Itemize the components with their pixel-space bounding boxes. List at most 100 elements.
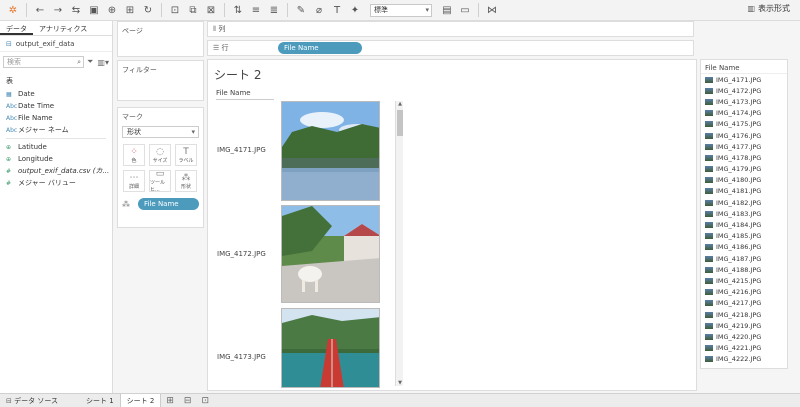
field-item[interactable]: ▦ Date bbox=[0, 88, 112, 100]
filter-icon[interactable]: ⏷ bbox=[87, 57, 93, 67]
new-worksheet-tab-icon[interactable]: ⊞ bbox=[166, 396, 174, 406]
back-arrow-icon[interactable]: ← bbox=[33, 3, 47, 17]
legend-item[interactable]: IMG_4179.JPG bbox=[701, 164, 787, 175]
data-source-tab[interactable]: ⊟ データ ソース bbox=[0, 394, 64, 407]
clear-sheet-icon[interactable]: ⊠ bbox=[204, 3, 218, 17]
refresh-icon[interactable]: ↻ bbox=[141, 3, 155, 17]
pages-card[interactable]: ページ bbox=[117, 21, 204, 57]
legend-item[interactable]: IMG_4184.JPG bbox=[701, 219, 787, 230]
group-icon[interactable]: ⌀ bbox=[312, 3, 326, 17]
photo-park-dog[interactable] bbox=[281, 205, 380, 303]
legend-item[interactable]: IMG_4177.JPG bbox=[701, 141, 787, 152]
legend-item[interactable]: IMG_4217.JPG bbox=[701, 298, 787, 309]
share-icon[interactable]: ⋈ bbox=[485, 3, 499, 17]
mark-button[interactable]: ⋯ 詳細 bbox=[123, 170, 145, 192]
legend-item[interactable]: IMG_4183.JPG bbox=[701, 208, 787, 219]
field-item[interactable]: ⊕ Longitude bbox=[0, 153, 112, 165]
sheet1-tab[interactable]: シート 1 bbox=[80, 394, 120, 407]
legend-item[interactable]: IMG_4216.JPG bbox=[701, 287, 787, 298]
fit-select[interactable]: 標準 bbox=[370, 3, 432, 17]
legend-item[interactable]: IMG_4187.JPG bbox=[701, 253, 787, 264]
pin-icon[interactable]: ✦ bbox=[348, 3, 362, 17]
legend-item[interactable]: IMG_4221.JPG bbox=[701, 343, 787, 354]
presentation-icon[interactable]: ▭ bbox=[458, 3, 472, 17]
new-datasource-icon[interactable]: ⊕ bbox=[105, 3, 119, 17]
row-label[interactable]: IMG_4173.JPG bbox=[217, 353, 266, 361]
datasource-item[interactable]: ⊟ output_exif_data bbox=[0, 36, 112, 52]
mark-button[interactable]: ⁘ 色 bbox=[123, 144, 145, 166]
scrollbar-thumb[interactable] bbox=[397, 110, 403, 136]
undo-menu-icon[interactable]: ⇆ bbox=[69, 3, 83, 17]
field-item[interactable]: ⊕ Latitude bbox=[0, 141, 112, 153]
sort-ascending-icon[interactable]: ≡ bbox=[249, 3, 263, 17]
search-input[interactable]: 検索 ⌕ bbox=[3, 56, 85, 68]
mark-button[interactable]: T ラベル bbox=[175, 144, 197, 166]
vertical-scrollbar[interactable]: ▲ ▼ bbox=[395, 101, 403, 386]
show-cards-icon[interactable]: ▤ bbox=[440, 3, 454, 17]
tab-data[interactable]: データ bbox=[0, 21, 33, 35]
field-item[interactable]: Abc Date Time bbox=[0, 100, 112, 112]
field-type-icon: ▦ bbox=[6, 90, 12, 98]
marks-file-name-pill[interactable]: File Name bbox=[138, 198, 199, 210]
rows-file-name-pill[interactable]: File Name bbox=[278, 42, 362, 54]
mark-button[interactable]: ◌ サイズ bbox=[149, 144, 171, 166]
mark-button[interactable]: ⁂ 形状 bbox=[175, 170, 197, 192]
file-name-column-header[interactable]: File Name bbox=[216, 89, 274, 100]
legend-item[interactable]: IMG_4175.JPG bbox=[701, 119, 787, 130]
forward-arrow-icon[interactable]: → bbox=[51, 3, 65, 17]
search-placeholder: 検索 bbox=[7, 58, 21, 66]
tableau-logo-icon[interactable]: ✲ bbox=[6, 3, 20, 17]
rows-icon: ☰ bbox=[213, 44, 220, 52]
rows-label-text: 行 bbox=[221, 44, 229, 52]
mark-type-dropdown[interactable]: 形状 bbox=[122, 126, 199, 138]
sort-descending-icon[interactable]: ≣ bbox=[267, 3, 281, 17]
sheet-tabs-bar: ⊟ データ ソース シート 1 シート 2 ⊞ ⊟ ⊡ bbox=[0, 393, 800, 407]
legend-item[interactable]: IMG_4171.JPG bbox=[701, 74, 787, 85]
field-item[interactable]: Abc File Name bbox=[0, 112, 112, 124]
legend-item[interactable]: IMG_4215.JPG bbox=[701, 275, 787, 286]
legend-item[interactable]: IMG_4218.JPG bbox=[701, 309, 787, 320]
scroll-up-icon[interactable]: ▲ bbox=[396, 101, 404, 107]
view-options-icon[interactable]: ▥▾ bbox=[97, 58, 109, 67]
legend-item[interactable]: IMG_4178.JPG bbox=[701, 152, 787, 163]
legend-item[interactable]: IMG_4174.JPG bbox=[701, 108, 787, 119]
legend-item[interactable]: IMG_4222.JPG bbox=[701, 354, 787, 365]
legend-item[interactable]: IMG_4176.JPG bbox=[701, 130, 787, 141]
duplicate-icon[interactable]: ⧉ bbox=[186, 3, 200, 17]
sheet2-tab[interactable]: シート 2 bbox=[119, 393, 162, 407]
legend-item[interactable]: IMG_4220.JPG bbox=[701, 331, 787, 342]
photo-bridge[interactable] bbox=[281, 308, 380, 388]
legend-item[interactable]: IMG_4219.JPG bbox=[701, 320, 787, 331]
row-label[interactable]: IMG_4172.JPG bbox=[217, 250, 266, 258]
new-dashboard-tab-icon[interactable]: ⊟ bbox=[184, 396, 192, 406]
tab-analytics[interactable]: アナリティクス bbox=[33, 21, 93, 35]
new-story-tab-icon[interactable]: ⊡ bbox=[201, 396, 209, 406]
legend-item[interactable]: IMG_4182.JPG bbox=[701, 197, 787, 208]
swap-rows-columns-icon[interactable]: ⇅ bbox=[231, 3, 245, 17]
filters-card[interactable]: フィルター bbox=[117, 60, 204, 101]
field-item[interactable]: # output_exif_data.csv (カ... bbox=[0, 165, 112, 177]
row-label[interactable]: IMG_4171.JPG bbox=[217, 146, 266, 154]
field-type-icon: # bbox=[6, 179, 12, 187]
legend-item[interactable]: IMG_4185.JPG bbox=[701, 231, 787, 242]
labels-icon[interactable]: T bbox=[330, 3, 344, 17]
legend-item[interactable]: IMG_4186.JPG bbox=[701, 242, 787, 253]
new-worksheet-icon[interactable]: ⊡ bbox=[168, 3, 182, 17]
photo-lake[interactable] bbox=[281, 101, 380, 201]
legend-item[interactable]: IMG_4172.JPG bbox=[701, 85, 787, 96]
legend-item[interactable]: IMG_4181.JPG bbox=[701, 186, 787, 197]
mark-button[interactable]: ▭ ツールヒ... bbox=[149, 169, 171, 193]
mark-type-value: 形状 bbox=[127, 128, 141, 136]
legend-item[interactable]: IMG_4173.JPG bbox=[701, 96, 787, 107]
scroll-down-icon[interactable]: ▼ bbox=[396, 380, 404, 386]
rows-shelf[interactable]: ☰ 行 File Name bbox=[207, 40, 694, 56]
highlight-icon[interactable]: ✎ bbox=[294, 3, 308, 17]
legend-item[interactable]: IMG_4180.JPG bbox=[701, 175, 787, 186]
columns-shelf[interactable]: ⦀ 列 bbox=[207, 21, 694, 37]
pause-updates-icon[interactable]: ⊞ bbox=[123, 3, 137, 17]
field-item[interactable]: # メジャー バリュー bbox=[0, 177, 112, 189]
show-me-button[interactable]: ▥ 表示形式 bbox=[747, 3, 790, 14]
field-item[interactable]: Abc メジャー ネーム bbox=[0, 124, 112, 136]
legend-item[interactable]: IMG_4188.JPG bbox=[701, 264, 787, 275]
save-icon[interactable]: ▣ bbox=[87, 3, 101, 17]
